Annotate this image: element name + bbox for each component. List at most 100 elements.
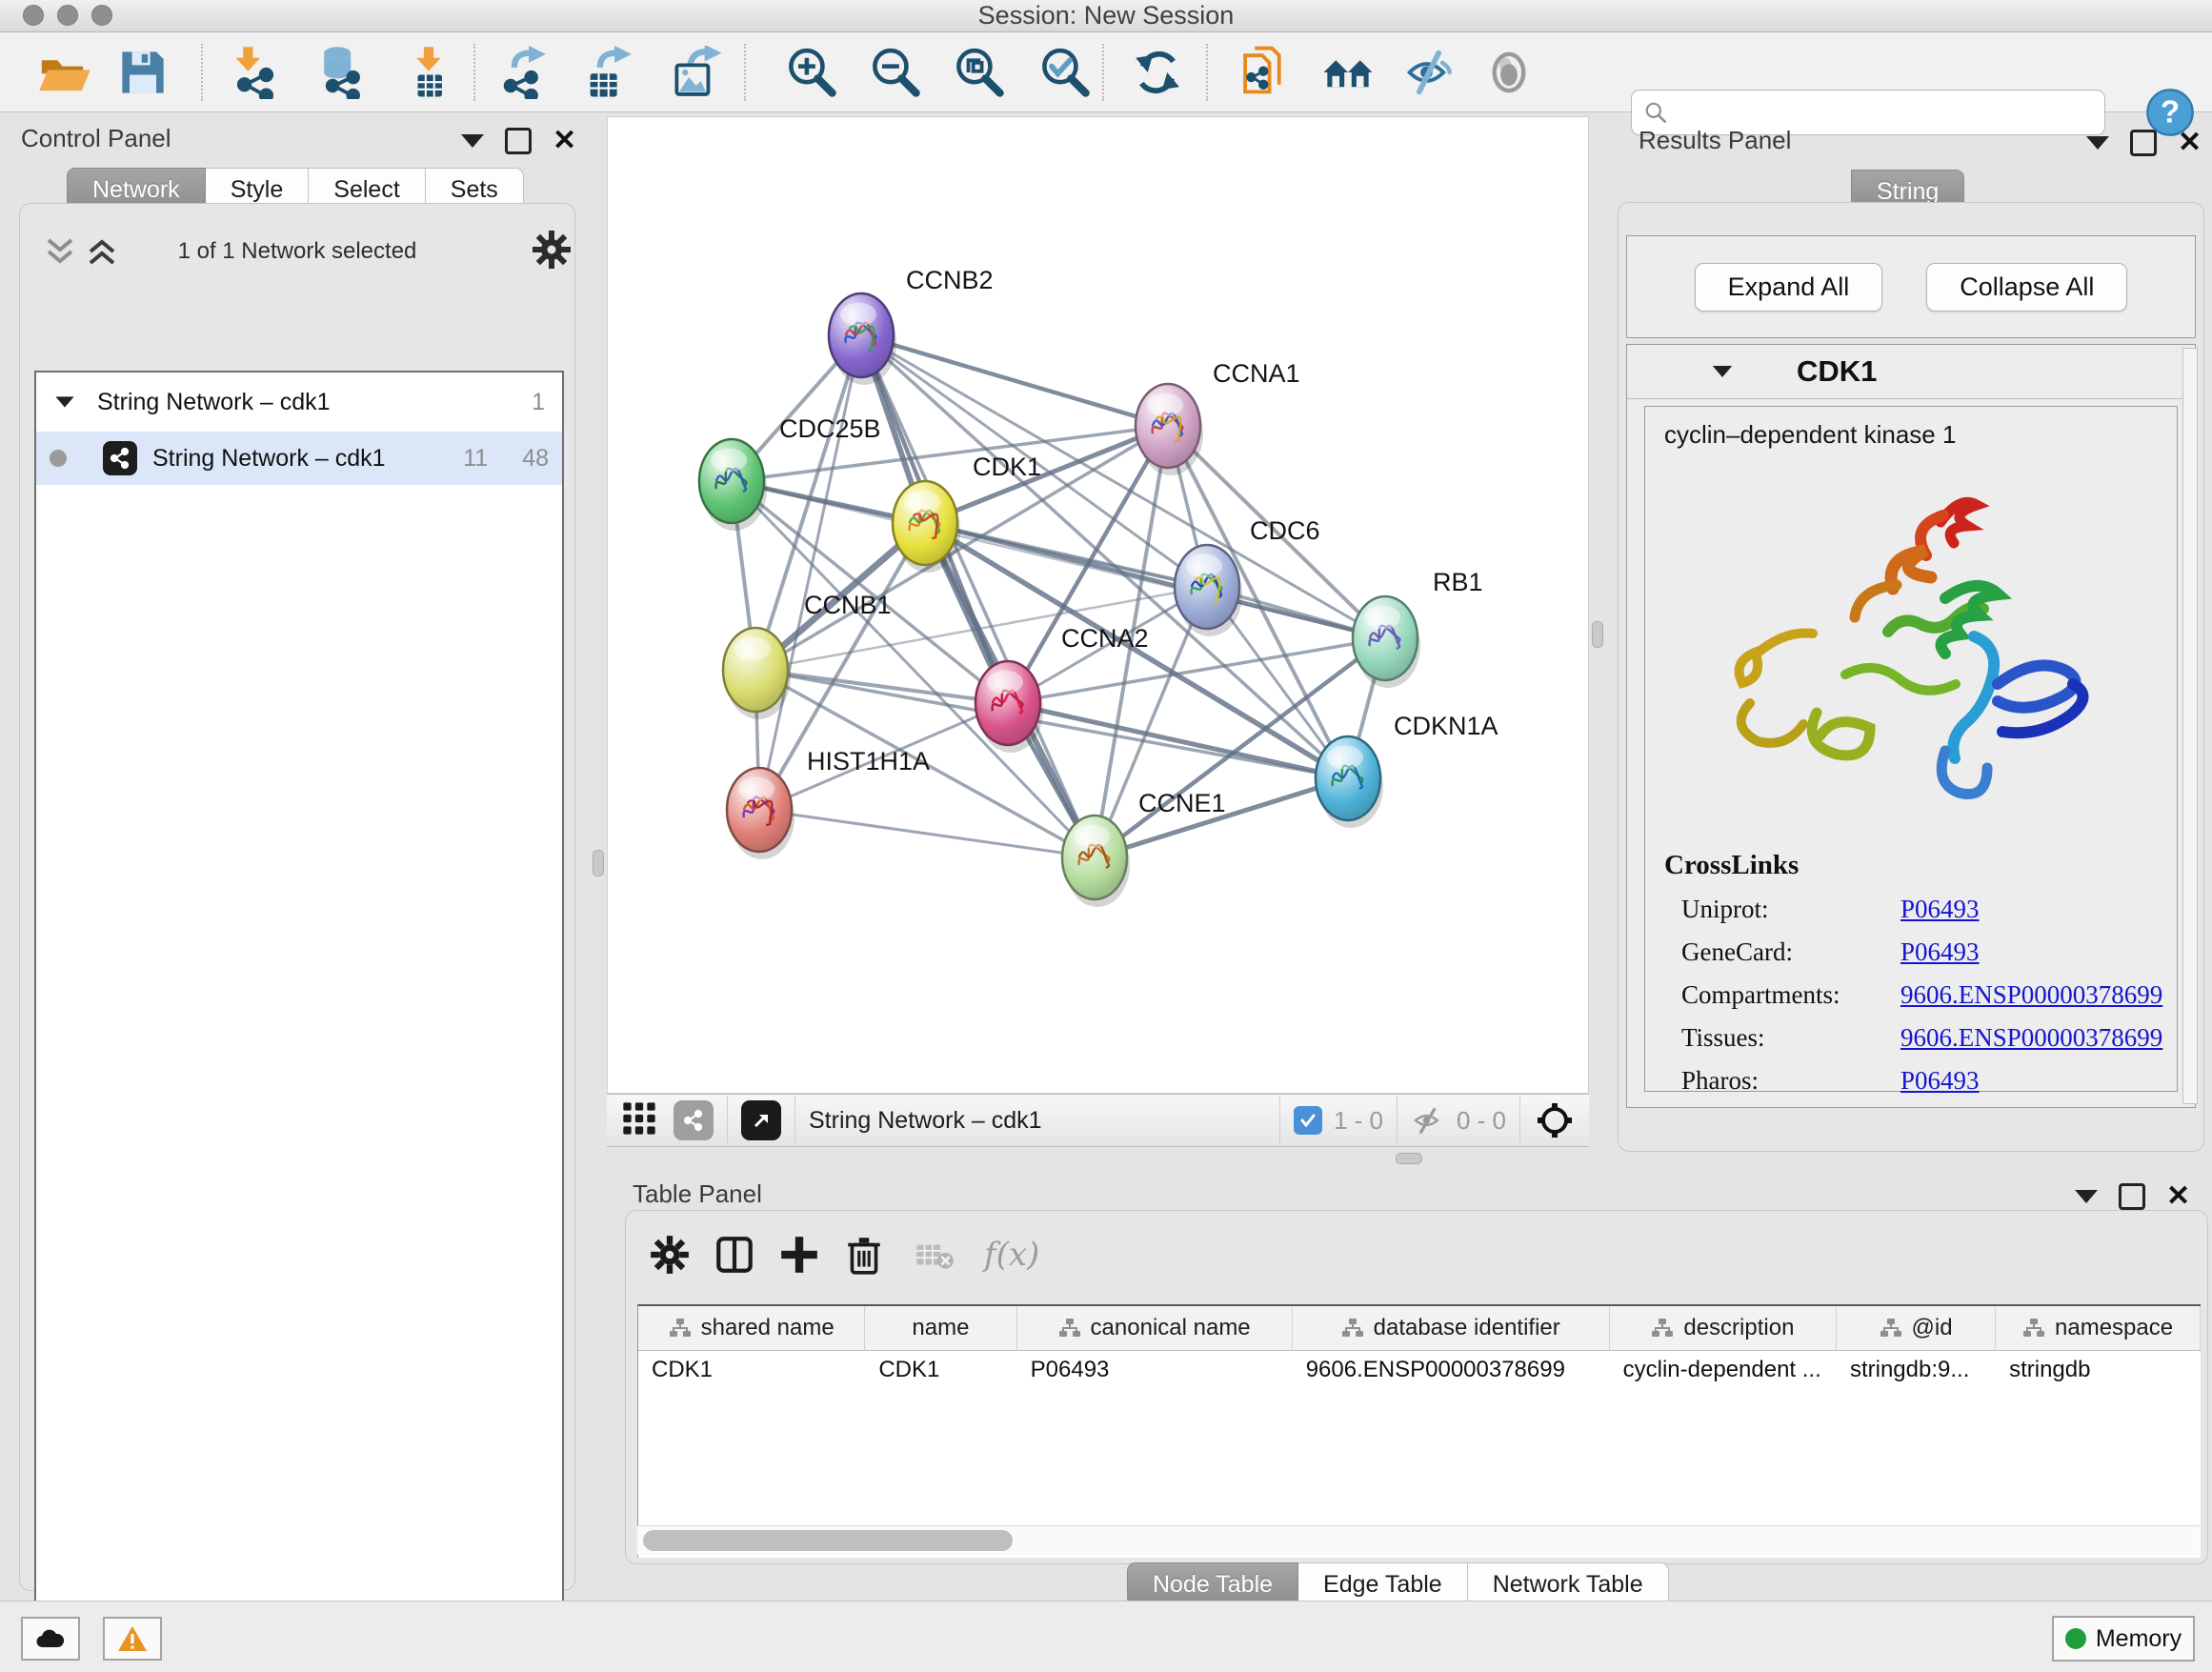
network-edge[interactable]	[861, 335, 1095, 857]
show-columns-button[interactable]	[706, 1226, 763, 1283]
left-splitter-handle[interactable]	[593, 850, 604, 876]
network-canvas[interactable]: CCNB2CCNA1CDC25BCDK1CDC6RB1CCNB1CCNA2CDK…	[607, 116, 1589, 1094]
network-edge[interactable]	[1008, 703, 1348, 778]
delete-table-button[interactable]	[906, 1226, 963, 1283]
open-session-button[interactable]	[38, 46, 91, 99]
export-network-icon	[497, 46, 551, 99]
table-cell[interactable]: CDK1	[638, 1351, 865, 1389]
network-node[interactable]	[1353, 596, 1420, 688]
collection-expand-icon[interactable]	[55, 396, 73, 407]
network-node[interactable]	[829, 293, 896, 385]
table-row[interactable]: CDK1CDK1P064939606.ENSP00000378699cyclin…	[638, 1351, 2201, 1389]
show-all-icon	[1482, 46, 1536, 99]
column-header[interactable]: @id	[1837, 1306, 1996, 1350]
network-row-selected[interactable]: String Network – cdk1 11 48	[36, 432, 562, 485]
close-panel-icon[interactable]: ✕	[2166, 1186, 2190, 1207]
network-node[interactable]	[699, 439, 767, 531]
warnings-button[interactable]	[103, 1617, 162, 1661]
close-panel-icon[interactable]: ✕	[553, 131, 576, 151]
apply-layout-button[interactable]	[1131, 46, 1184, 99]
gene-section-header[interactable]: CDK1	[1627, 345, 2195, 399]
crosslink-link[interactable]: P06493	[1900, 937, 1980, 967]
create-column-button[interactable]	[771, 1226, 828, 1283]
crosslink-link[interactable]: P06493	[1900, 895, 1980, 924]
crosslink-link[interactable]: 9606.ENSP00000378699	[1900, 1023, 2162, 1053]
zoom-fit-button[interactable]	[953, 46, 1006, 99]
network-node[interactable]	[975, 661, 1043, 753]
column-header[interactable]: database identifier	[1293, 1306, 1610, 1350]
home-button[interactable]	[1321, 46, 1375, 99]
column-header[interactable]: shared name	[638, 1306, 865, 1350]
zoom-out-button[interactable]	[869, 46, 922, 99]
column-header[interactable]: canonical name	[1017, 1306, 1293, 1350]
network-edge[interactable]	[755, 335, 861, 670]
table-cell[interactable]: 9606.ENSP00000378699	[1293, 1351, 1610, 1389]
network-node[interactable]	[723, 628, 791, 719]
network-edge[interactable]	[861, 335, 1168, 426]
export-network-button[interactable]	[497, 46, 551, 99]
collapse-section-icon[interactable]	[1713, 366, 1732, 377]
crosslink-link[interactable]: 9606.ENSP00000378699	[1900, 980, 2162, 1010]
node-table[interactable]: shared namenamecanonical namedatabase id…	[637, 1304, 2201, 1558]
zoom-in-button[interactable]	[785, 46, 838, 99]
network-node[interactable]	[1062, 816, 1130, 907]
edge-count: 48	[522, 445, 549, 473]
crosslink-row: GeneCard:P06493	[1664, 937, 2177, 967]
close-panel-icon[interactable]: ✕	[2178, 132, 2202, 153]
panel-menu-icon[interactable]	[461, 134, 484, 148]
results-scrollbar[interactable]	[2182, 348, 2198, 1104]
delete-column-button[interactable]	[835, 1226, 893, 1283]
column-header[interactable]: namespace	[1996, 1306, 2201, 1350]
birdseye-toggle-button[interactable]	[620, 1099, 658, 1142]
import-network-database-icon	[314, 46, 368, 99]
float-panel-icon[interactable]	[2119, 1183, 2145, 1210]
node-label: CCNB2	[906, 266, 994, 294]
results-panel: Results Panel ✕ String Expand All Collap…	[1605, 114, 2212, 1158]
bottom-splitter-handle[interactable]	[1396, 1153, 1422, 1164]
right-splitter-handle[interactable]	[1592, 621, 1603, 648]
table-cell[interactable]: P06493	[1017, 1351, 1293, 1389]
table-cell[interactable]: cyclin-dependent ...	[1610, 1351, 1837, 1389]
import-network-file-button[interactable]	[229, 46, 282, 99]
divider	[1519, 1096, 1520, 1145]
open-in-browser-button[interactable]	[741, 1100, 781, 1140]
gear-icon[interactable]	[531, 229, 573, 271]
export-image-button[interactable]	[671, 46, 724, 99]
table-settings-button[interactable]	[641, 1226, 698, 1283]
panel-menu-icon[interactable]	[2086, 136, 2109, 150]
crosslink-link[interactable]: P06493	[1900, 1066, 1980, 1096]
network-collection-row[interactable]: String Network – cdk1 1	[36, 373, 562, 432]
panel-menu-icon[interactable]	[2075, 1190, 2098, 1203]
network-node[interactable]	[1175, 545, 1242, 636]
table-hscrollbar[interactable]	[637, 1525, 2200, 1555]
hide-selection-button[interactable]	[1402, 46, 1456, 99]
function-builder-button[interactable]: f(x)	[984, 1236, 1039, 1274]
network-node[interactable]	[1316, 736, 1383, 828]
share-document-button[interactable]	[1240, 46, 1294, 99]
hscrollbar-thumb[interactable]	[643, 1530, 1013, 1551]
column-header[interactable]: name	[865, 1306, 1016, 1350]
table-cell[interactable]: stringdb	[1996, 1351, 2201, 1389]
cloud-status-button[interactable]	[21, 1617, 80, 1661]
table-header-row: shared namenamecanonical namedatabase id…	[638, 1306, 2201, 1351]
fit-selected-crosshair-icon[interactable]	[1534, 1099, 1576, 1141]
string-badge-icon[interactable]	[674, 1100, 714, 1140]
float-panel-icon[interactable]	[505, 128, 532, 154]
network-edge[interactable]	[759, 810, 1095, 857]
float-panel-icon[interactable]	[2130, 130, 2157, 156]
memory-button[interactable]: Memory	[2052, 1616, 2195, 1662]
network-status-dot	[50, 450, 67, 467]
table-cell[interactable]: stringdb:9...	[1837, 1351, 1996, 1389]
zoom-selected-button[interactable]	[1038, 46, 1092, 99]
export-image-icon	[671, 46, 724, 99]
export-table-button[interactable]	[583, 46, 636, 99]
column-header[interactable]: description	[1610, 1306, 1837, 1350]
network-node[interactable]	[727, 768, 794, 859]
expand-all-button[interactable]: Expand All	[1695, 263, 1883, 312]
import-table-file-button[interactable]	[402, 46, 455, 99]
show-all-button[interactable]	[1482, 46, 1536, 99]
save-session-button[interactable]	[116, 46, 170, 99]
collapse-all-button[interactable]: Collapse All	[1926, 263, 2127, 312]
table-cell[interactable]: CDK1	[865, 1351, 1016, 1389]
import-network-database-button[interactable]	[314, 46, 368, 99]
